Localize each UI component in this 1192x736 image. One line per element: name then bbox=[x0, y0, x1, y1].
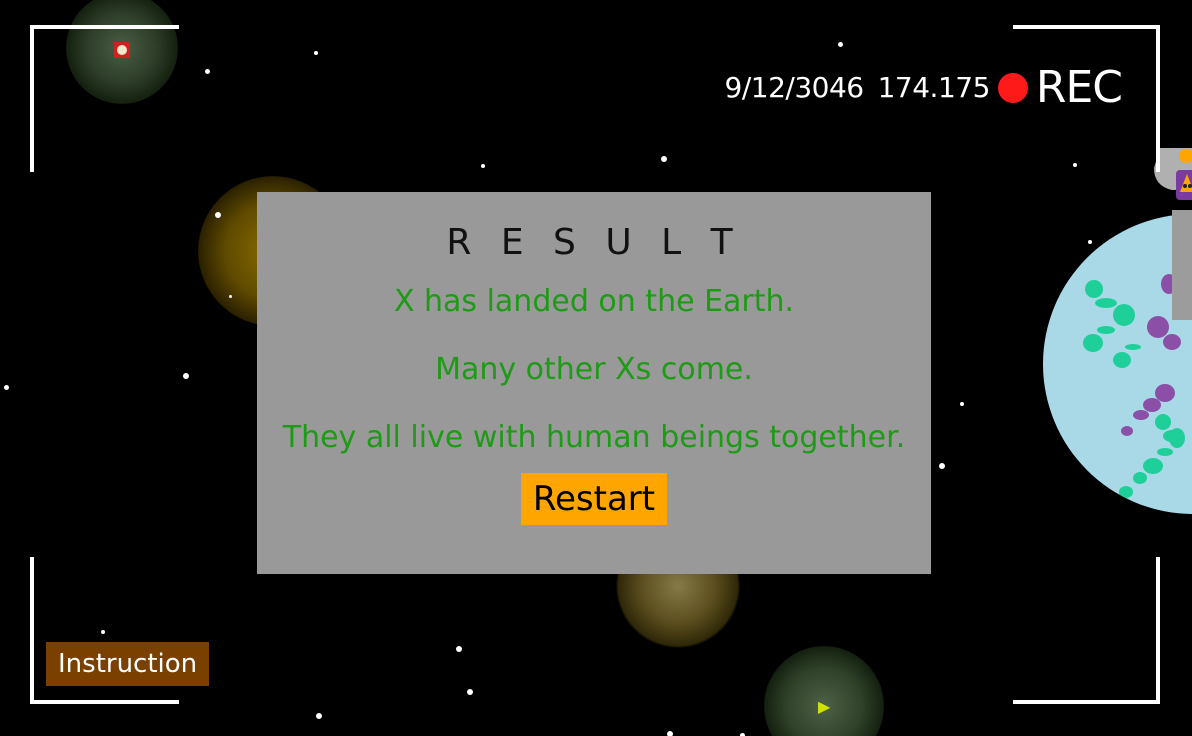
result-title: R E S U L T bbox=[446, 222, 742, 263]
record-dot-icon bbox=[997, 72, 1028, 103]
continent-blob bbox=[1083, 334, 1103, 352]
viewfinder-corner-top-left bbox=[30, 25, 179, 172]
continent-blob bbox=[1095, 298, 1117, 308]
continent-blob bbox=[1119, 486, 1133, 498]
result-dialog: R E S U L T X has landed on the Earth. M… bbox=[257, 192, 931, 574]
star bbox=[229, 295, 232, 298]
star bbox=[939, 463, 945, 469]
hud-time: 174.175 bbox=[877, 71, 991, 104]
star bbox=[205, 69, 210, 74]
continent-blob bbox=[1113, 352, 1131, 368]
recording-hud: 9/12/3046 174.175 REC bbox=[724, 62, 1123, 113]
star bbox=[314, 51, 318, 55]
continent-blob bbox=[1143, 458, 1163, 474]
instruction-button[interactable]: Instruction bbox=[46, 642, 210, 686]
star bbox=[215, 212, 221, 218]
continent-blob bbox=[1163, 334, 1181, 350]
continent-blob bbox=[1125, 344, 1141, 350]
star bbox=[1088, 240, 1092, 244]
star bbox=[960, 402, 964, 406]
star bbox=[4, 385, 9, 390]
star bbox=[183, 373, 189, 379]
continent-blob bbox=[1085, 280, 1103, 298]
continent-blob bbox=[1133, 410, 1149, 420]
star bbox=[481, 164, 485, 168]
viewfinder-corner-bottom-right bbox=[1013, 557, 1160, 704]
star bbox=[667, 731, 673, 736]
star bbox=[456, 646, 462, 652]
continent-blob bbox=[1121, 426, 1133, 436]
restart-button[interactable]: Restart bbox=[520, 473, 668, 525]
result-line: X has landed on the Earth. bbox=[393, 284, 795, 319]
result-line: Many other Xs come. bbox=[435, 352, 753, 387]
continent-blob bbox=[1133, 472, 1147, 484]
play-icon[interactable]: ▶ bbox=[818, 697, 830, 716]
hud-date: 9/12/3046 bbox=[724, 71, 865, 104]
glow-orb-green-bottom bbox=[764, 646, 884, 736]
continent-blob bbox=[1143, 398, 1161, 412]
continent-blob bbox=[1113, 304, 1135, 326]
continent-blob bbox=[1169, 428, 1185, 448]
result-line: They all live with human beings together… bbox=[282, 420, 906, 455]
continent-blob bbox=[1157, 448, 1173, 456]
star bbox=[467, 689, 473, 695]
game-canvas[interactable]: ▶ 9/12/3046 174.175 REC R E S U L T X ha… bbox=[0, 0, 1192, 736]
star bbox=[661, 156, 667, 162]
continent-blob bbox=[1097, 326, 1115, 334]
rec-label: REC bbox=[1035, 62, 1123, 113]
continent-blob bbox=[1155, 414, 1171, 430]
star bbox=[316, 713, 322, 719]
star bbox=[838, 42, 843, 47]
